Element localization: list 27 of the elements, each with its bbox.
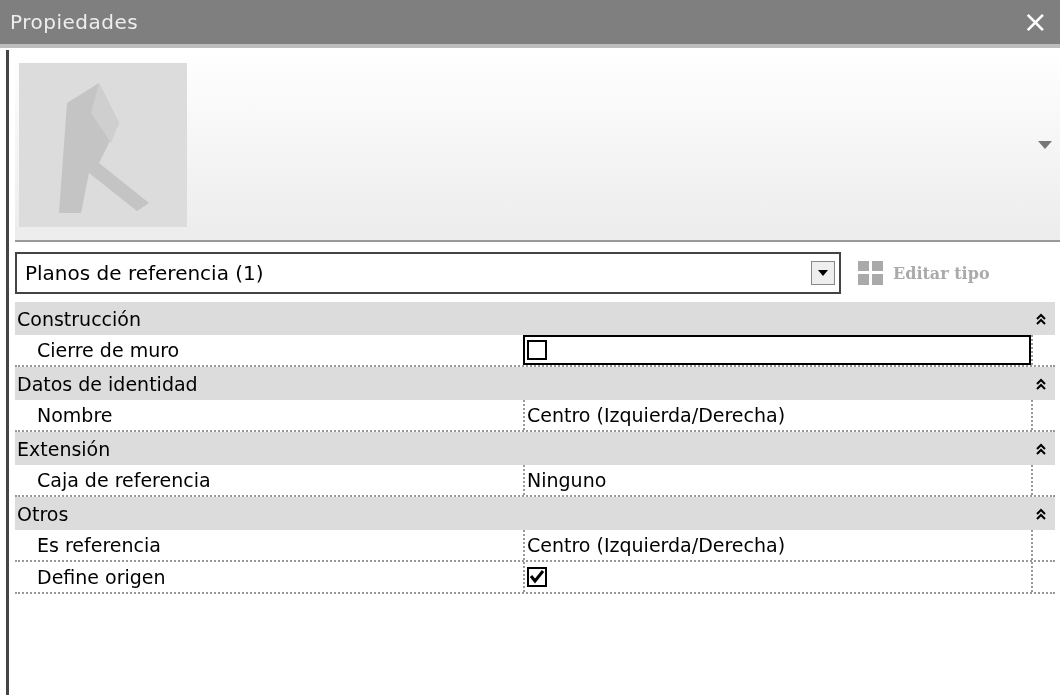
section-title: Construcción xyxy=(17,307,141,330)
property-label: Nombre xyxy=(36,403,114,428)
property-label: Cierre de muro xyxy=(36,338,181,363)
property-value[interactable]: Centro (Izquierda/Derecha) xyxy=(523,400,1031,430)
window-title: Propiedades xyxy=(10,10,139,34)
property-label: Caja de referencia xyxy=(36,468,212,493)
property-label: Define origen xyxy=(36,565,167,590)
property-value[interactable] xyxy=(523,335,1031,365)
collapse-icon[interactable] xyxy=(1035,376,1047,391)
property-label: Es referencia xyxy=(36,533,162,558)
section-header[interactable]: Construcción xyxy=(15,302,1055,335)
grid-icon xyxy=(857,259,885,287)
checkbox[interactable] xyxy=(527,567,547,587)
section-title: Extensión xyxy=(17,437,111,460)
section-title: Datos de identidad xyxy=(17,372,198,395)
collapse-icon[interactable] xyxy=(1035,441,1047,456)
collapse-icon[interactable] xyxy=(1035,311,1047,326)
checkbox[interactable] xyxy=(527,340,547,360)
collapse-icon[interactable] xyxy=(1035,506,1047,521)
section-header[interactable]: Extensión xyxy=(15,432,1055,465)
property-value[interactable]: Ninguno xyxy=(523,465,1031,495)
section-header[interactable]: Otros xyxy=(15,497,1055,530)
section-header[interactable]: Datos de identidad xyxy=(15,367,1055,400)
type-selector[interactable]: Planos de referencia (1) xyxy=(15,252,841,294)
close-button[interactable]: × xyxy=(1018,7,1052,37)
section-title: Otros xyxy=(17,502,69,525)
property-value[interactable]: Centro (Izquierda/Derecha) xyxy=(523,530,1031,560)
